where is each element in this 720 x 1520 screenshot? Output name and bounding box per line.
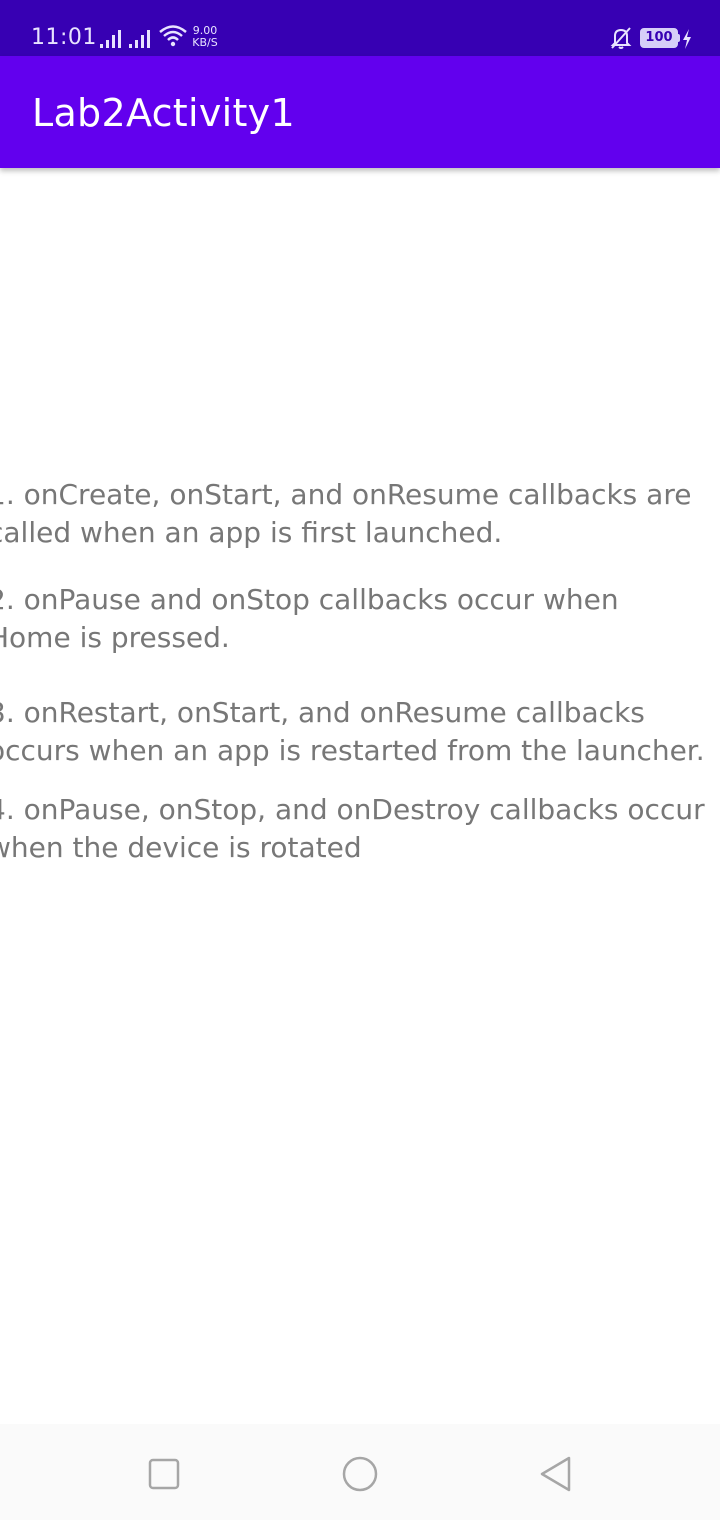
charging-icon: [683, 29, 691, 49]
paragraph-line: called when an app is first launched.: [0, 516, 503, 549]
callback-paragraph-4: 4. onPause, onStop, and onDestroy callba…: [0, 791, 705, 867]
paragraph-line: Home is pressed.: [0, 621, 230, 654]
wifi-icon: [159, 25, 187, 47]
callback-paragraph-1: 1. onCreate, onStart, and onResume callb…: [0, 476, 691, 552]
battery-level: 100: [645, 30, 673, 45]
net-speed: 9.00 KB/S: [189, 25, 221, 49]
paragraph-line: when the device is rotated: [0, 831, 362, 864]
navigation-bar: [0, 1424, 720, 1520]
battery-icon: 100: [640, 28, 678, 48]
paragraph-line: 4. onPause, onStop, and onDestroy callba…: [0, 793, 705, 826]
status-bar: 11:01 9.00 KB/S 100: [0, 0, 720, 56]
app-bar: Lab2Activity1: [0, 56, 720, 168]
back-icon[interactable]: [536, 1454, 576, 1494]
signal-icon: [100, 30, 121, 48]
mute-bell-icon: [610, 27, 632, 49]
signal-icon: [129, 30, 150, 48]
battery-tip: [677, 34, 680, 42]
home-icon[interactable]: [340, 1454, 380, 1494]
paragraph-line: 2. onPause and onStop callbacks occur wh…: [0, 583, 619, 616]
status-time: 11:01: [31, 25, 97, 50]
app-title: Lab2Activity1: [32, 91, 295, 135]
net-speed-unit: KB/S: [192, 36, 218, 49]
paragraph-line: 3. onRestart, onStart, and onResume call…: [0, 696, 645, 729]
paragraph-line: occurs when an app is restarted from the…: [0, 734, 705, 767]
recent-apps-icon[interactable]: [144, 1454, 184, 1494]
callback-paragraph-2: 2. onPause and onStop callbacks occur wh…: [0, 581, 619, 657]
paragraph-line: 1. onCreate, onStart, and onResume callb…: [0, 478, 692, 511]
callback-paragraph-3: 3. onRestart, onStart, and onResume call…: [0, 694, 705, 770]
